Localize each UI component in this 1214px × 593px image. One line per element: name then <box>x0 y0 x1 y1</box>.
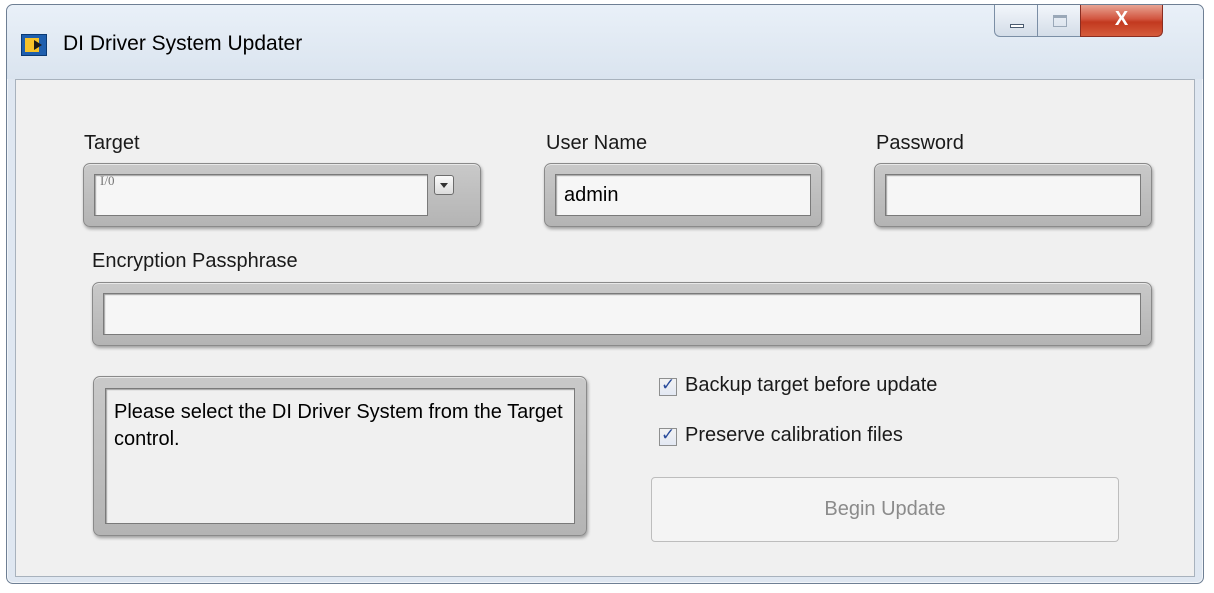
io-name-icon: I/0 <box>100 173 115 188</box>
password-label: Password <box>876 132 964 154</box>
close-button[interactable]: X <box>1080 5 1163 37</box>
app-window: DI Driver System Updater X Target I/0 Us… <box>6 4 1204 584</box>
target-control-frame: I/0 <box>83 163 481 227</box>
main-panel: Target I/0 User Name Password Encryption… <box>15 79 1195 577</box>
target-label: Target <box>84 132 140 154</box>
target-combobox-input[interactable] <box>94 174 428 216</box>
password-input[interactable] <box>885 174 1141 216</box>
backup-checkbox-label[interactable]: Backup target before update <box>685 374 937 397</box>
status-frame: Please select the DI Driver System from … <box>93 376 587 536</box>
preserve-calibration-checkbox[interactable] <box>659 425 677 446</box>
backup-checkbox[interactable] <box>659 375 677 396</box>
minimize-button[interactable] <box>994 5 1038 37</box>
begin-update-button[interactable]: Begin Update <box>651 477 1119 542</box>
passphrase-label: Encryption Passphrase <box>92 250 298 272</box>
target-dropdown-button[interactable] <box>434 175 454 195</box>
window-title: DI Driver System Updater <box>63 32 303 55</box>
username-input[interactable] <box>555 174 811 216</box>
passphrase-control-frame <box>92 282 1152 346</box>
password-control-frame <box>874 163 1152 227</box>
title-bar[interactable]: DI Driver System Updater X <box>7 5 1203 79</box>
username-label: User Name <box>546 132 648 154</box>
status-message: Please select the DI Driver System from … <box>105 388 575 524</box>
username-control-frame <box>544 163 822 227</box>
passphrase-input[interactable] <box>103 293 1141 335</box>
app-icon <box>21 34 47 56</box>
maximize-button[interactable] <box>1037 5 1081 37</box>
preserve-calibration-label[interactable]: Preserve calibration files <box>685 424 903 447</box>
